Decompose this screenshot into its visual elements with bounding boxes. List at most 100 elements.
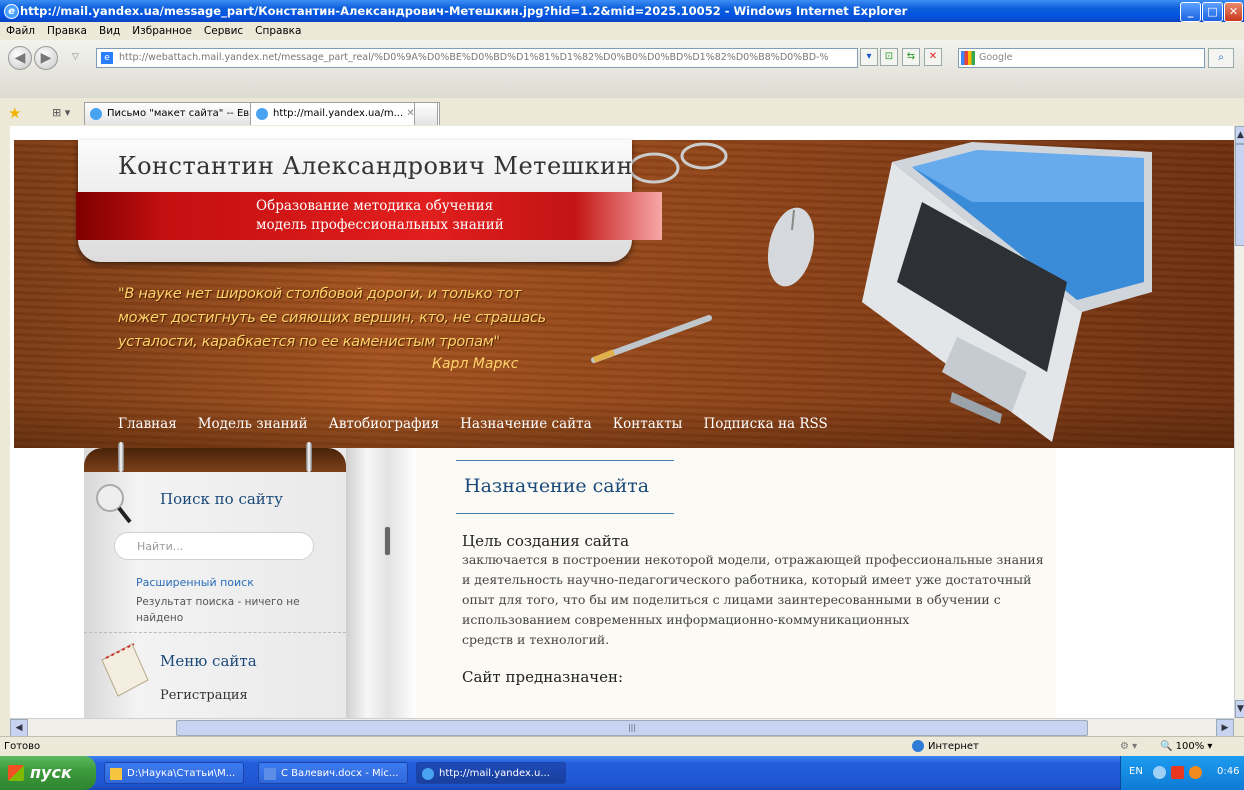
web-page: Константин Александрович Метешкин Образо…: [14, 140, 1234, 718]
purpose-heading: Сайт предназначен:: [462, 668, 624, 686]
nav-rss[interactable]: Подписка на RSS: [703, 416, 827, 432]
scroll-down-icon[interactable]: ▼: [1235, 700, 1244, 718]
sidebar: Поиск по сайту Найти... Расширенный поис…: [84, 442, 346, 718]
search-go-button[interactable]: ⌕: [1208, 48, 1234, 68]
ie-tab-icon: [90, 108, 102, 120]
antivirus-icon[interactable]: [1189, 766, 1202, 779]
new-tab-button[interactable]: [414, 102, 438, 125]
advanced-search-link[interactable]: Расширенный поиск: [136, 576, 254, 589]
sidebar-divider: [84, 632, 346, 633]
system-tray: EN 0:46: [1120, 756, 1244, 790]
goal-line: использованием современных информационно…: [462, 612, 910, 627]
content-title: Назначение сайта: [464, 475, 650, 497]
zoom-control[interactable]: 🔍 100% ▾: [1160, 737, 1212, 757]
laptop-image: [862, 142, 1152, 442]
tab-letter[interactable]: Письмо "макет сайта" -- Евг...: [84, 102, 264, 125]
scroll-up-icon[interactable]: ▲: [1235, 126, 1244, 144]
nav-autobiography[interactable]: Автобиография: [329, 416, 440, 432]
site-title-box: Константин Александрович Метешкин Образо…: [76, 140, 662, 262]
task-word[interactable]: С Валевич.docx - Mic...: [258, 762, 408, 784]
horizontal-scroll-thumb[interactable]: |||: [176, 720, 1088, 736]
menu-view[interactable]: Вид: [93, 22, 126, 40]
scroll-left-icon[interactable]: ◀: [10, 719, 28, 737]
security-zone[interactable]: Интернет: [912, 737, 979, 757]
goal-heading: Цель создания сайта: [462, 532, 630, 550]
language-indicator[interactable]: EN: [1129, 766, 1143, 777]
menu-tools[interactable]: Сервис: [198, 22, 249, 40]
page-viewport: Константин Александрович Метешкин Образо…: [10, 126, 1234, 718]
goal-line: заключается в построении некоторой модел…: [462, 552, 1044, 567]
quick-tabs-icon[interactable]: ⊞ ▾: [52, 106, 70, 119]
quote-author: Карл Маркс: [432, 356, 519, 372]
globe-icon: [912, 740, 924, 752]
menu-bar: Файл Правка Вид Избранное Сервис Справка: [0, 22, 1244, 41]
search-title: Поиск по сайту: [160, 490, 283, 508]
compat-view-icon[interactable]: ⊡: [880, 48, 898, 66]
vertical-scrollbar[interactable]: ▲ ▼: [1234, 126, 1244, 718]
vertical-scroll-thumb[interactable]: [1235, 144, 1244, 246]
glasses-image: [628, 142, 728, 184]
nav-site-purpose[interactable]: Назначение сайта: [460, 416, 592, 432]
menu-edit[interactable]: Правка: [41, 22, 93, 40]
ribbon-line-2: модель профессиональных знаний: [256, 217, 504, 233]
stop-icon[interactable]: ✕: [924, 48, 942, 66]
address-dropdown-icon[interactable]: ▾: [860, 48, 878, 66]
search-result-line-1: Результат поиска - ничего не: [136, 596, 300, 608]
page-icon: e: [101, 51, 113, 64]
binder-ring: [118, 442, 124, 472]
task-ie[interactable]: http://mail.yandex.u...: [416, 762, 566, 784]
quote-line-2: может достигнуть ее сияющих вершин, кто,…: [118, 310, 546, 326]
minimize-button[interactable]: _: [1180, 2, 1201, 22]
site-search-input[interactable]: Найти...: [114, 532, 314, 560]
word-icon: [264, 768, 276, 780]
site-name: Константин Александрович Метешкин: [118, 152, 633, 180]
folder-icon: [110, 768, 122, 780]
nav-home[interactable]: Главная: [118, 416, 177, 432]
refresh-icon[interactable]: ⇆: [902, 48, 920, 66]
history-dropdown-icon[interactable]: ▽: [72, 52, 79, 62]
goal-line: опыт для того, что бы им поделиться с ли…: [462, 592, 1001, 607]
search-input[interactable]: Google: [958, 48, 1205, 68]
nav-knowledge-model[interactable]: Модель знаний: [198, 416, 308, 432]
status-text: Готово: [4, 741, 41, 752]
task-label: D:\Наука\Статьи\М...: [127, 768, 236, 779]
zone-label: Интернет: [928, 741, 979, 752]
nav-contacts[interactable]: Контакты: [613, 416, 683, 432]
ie-tab-icon: [256, 108, 268, 120]
menu-favorites[interactable]: Избранное: [126, 22, 198, 40]
window-title-bar[interactable]: e http://mail.yandex.ua/message_part/Кон…: [0, 0, 1244, 22]
tab-label: Письмо "макет сайта" -- Евг...: [107, 108, 264, 119]
tab-row: ★ ⊞ ▾ Письмо "макет сайта" -- Евг... htt…: [0, 100, 1244, 126]
site-nav: Главная Модель знаний Автобиография Назначе…: [118, 416, 849, 432]
address-bar[interactable]: e http://webattach.mail.yandex.net/messag…: [96, 48, 858, 68]
book-spine: [346, 448, 416, 718]
main-content: Назначение сайта Цель создания сайта зак…: [416, 448, 1056, 718]
network-icon[interactable]: [1153, 766, 1166, 779]
ie-icon: e: [4, 4, 19, 19]
window-title: http://mail.yandex.ua/message_part/Конст…: [20, 4, 908, 18]
scroll-right-icon[interactable]: ▶: [1216, 719, 1234, 737]
tab-current[interactable]: http://mail.yandex.ua/m... ✕: [250, 102, 440, 125]
favorites-star-icon[interactable]: ★: [8, 104, 21, 122]
menu-file[interactable]: Файл: [0, 22, 41, 40]
pen-image: [591, 315, 712, 363]
horizontal-scrollbar[interactable]: ◀ ||| ▶: [10, 718, 1234, 737]
site-header: Константин Александрович Метешкин Образо…: [14, 140, 1234, 448]
menu-help[interactable]: Справка: [249, 22, 307, 40]
tab-label: http://mail.yandex.ua/m...: [273, 108, 404, 119]
task-folder[interactable]: D:\Наука\Статьи\М...: [104, 762, 244, 784]
page-body: Поиск по сайту Найти... Расширенный поис…: [14, 442, 1234, 718]
close-button[interactable]: ✕: [1224, 2, 1243, 22]
start-button[interactable]: пуск: [0, 756, 96, 790]
windows-flag-icon: [8, 765, 24, 781]
binder-clip: [384, 526, 391, 556]
maximize-button[interactable]: □: [1202, 2, 1223, 22]
menu-item-registration[interactable]: Регистрация: [160, 688, 248, 703]
forward-button[interactable]: ▶: [34, 46, 58, 70]
mouse-image: [767, 207, 815, 287]
protected-mode-icon[interactable]: ⚙ ▾: [1120, 737, 1137, 757]
content-title-box: Назначение сайта: [456, 460, 674, 514]
quote-line-1: "В науке нет широкой столбовой дороги, и…: [118, 286, 522, 302]
back-button[interactable]: ◀: [8, 46, 32, 70]
tray-app-icon[interactable]: [1171, 766, 1184, 779]
